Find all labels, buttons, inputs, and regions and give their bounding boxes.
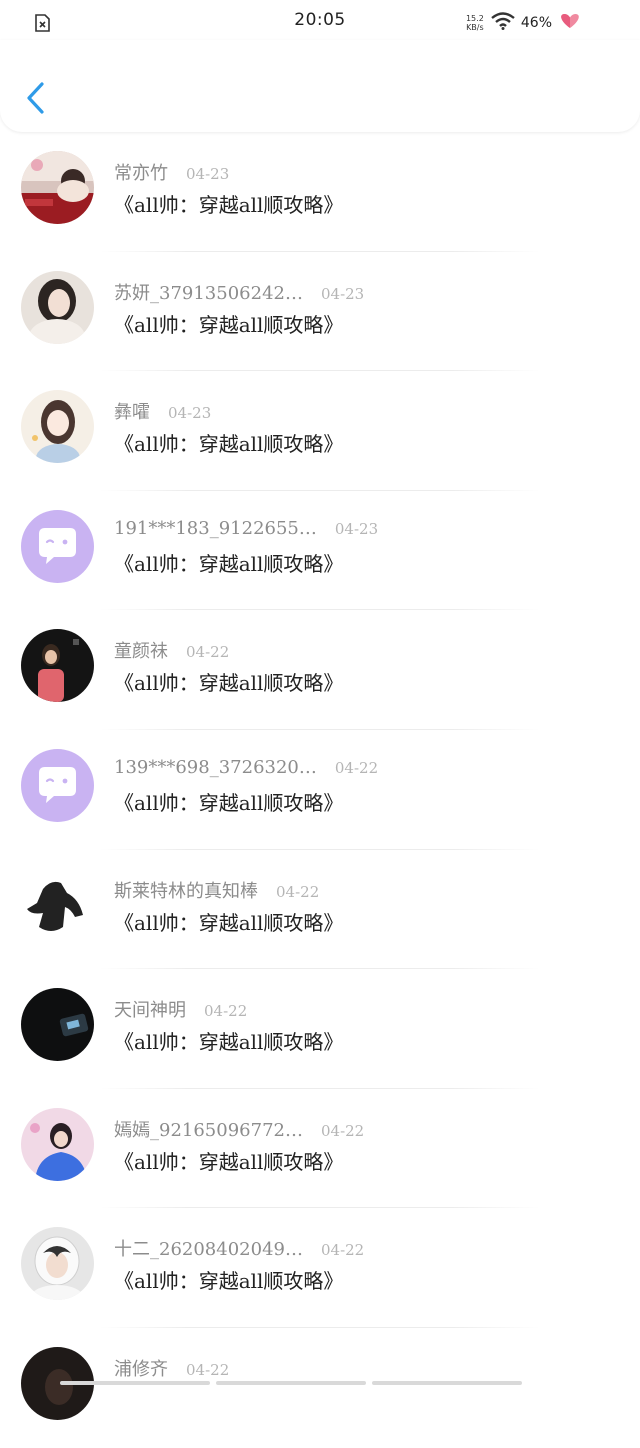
- comment-header: 浦修齐 04-22: [114, 1355, 229, 1381]
- comment-header: 彝嚯 04-23: [114, 398, 211, 424]
- wifi-icon: [491, 12, 515, 34]
- comment-list: 常亦竹 04-23 《all帅：穿越all顺攻略》 苏妍_37913506242…: [0, 132, 640, 1448]
- back-button[interactable]: [20, 78, 50, 118]
- comment-date: 04-22: [320, 1241, 365, 1260]
- comment-header: 斯莱特林的真知棒 04-22: [114, 877, 319, 903]
- comment-text: 《all帅：穿越all顺攻略》: [114, 790, 344, 815]
- list-item[interactable]: 浦修齐 04-22: [0, 1328, 640, 1448]
- default-avatar[interactable]: [21, 748, 94, 822]
- list-item[interactable]: 彝嚯 04-23 《all帅：穿越all顺攻略》: [0, 371, 640, 491]
- comment-date: 04-22: [276, 882, 320, 901]
- chat-bubble-icon: [21, 509, 94, 583]
- list-item[interactable]: 童颜祙 04-22 《all帅：穿越all顺攻略》: [0, 610, 640, 730]
- comment-date: 04-22: [334, 758, 379, 777]
- comment-text: 《all帅：穿越all顺攻略》: [114, 671, 344, 696]
- username[interactable]: 嫣嫣_92165096772…: [114, 1116, 303, 1142]
- comment-date: 04-23: [168, 404, 212, 423]
- comment-text: 《all帅：穿越all顺攻略》: [114, 1149, 344, 1174]
- username[interactable]: 191***183_9122655…: [114, 518, 317, 539]
- avatar[interactable]: [21, 1107, 94, 1181]
- comment-text: 《all帅：穿越all顺攻略》: [114, 910, 344, 935]
- avatar[interactable]: [21, 1227, 94, 1301]
- username[interactable]: 天间神明: [114, 996, 186, 1022]
- comment-date: 04-22: [186, 643, 230, 662]
- header-bar: [0, 40, 640, 132]
- comment-header: 天间神明 04-22: [114, 996, 247, 1022]
- chat-bubble-icon: [21, 748, 94, 822]
- comment-text: 《all帅：穿越all顺攻略》: [114, 1030, 344, 1055]
- username[interactable]: 十二_26208402049…: [114, 1235, 303, 1261]
- battery-heart-icon: [558, 12, 582, 34]
- comment-header: 139***698_3726320… 04-22: [114, 757, 378, 778]
- username[interactable]: 139***698_3726320…: [114, 757, 317, 778]
- comment-text: 《all帅：穿越all顺攻略》: [114, 193, 344, 217]
- username[interactable]: 斯莱特林的真知棒: [114, 877, 258, 903]
- comment-header: 童颜祙 04-22: [114, 637, 229, 663]
- list-item[interactable]: 苏妍_37913506242… 04-23 《all帅：穿越all顺攻略》: [0, 252, 640, 372]
- default-avatar[interactable]: [21, 509, 94, 583]
- avatar[interactable]: [21, 988, 94, 1062]
- list-item[interactable]: 139***698_3726320… 04-22 《all帅：穿越all顺攻略》: [0, 730, 640, 850]
- username[interactable]: 彝嚯: [114, 398, 150, 424]
- indicator-segment: [216, 1381, 366, 1385]
- list-item[interactable]: 191***183_9122655… 04-23 《all帅：穿越all顺攻略》: [0, 491, 640, 611]
- comment-header: 191***183_9122655… 04-23: [114, 518, 378, 539]
- comment-date: 04-23: [334, 519, 379, 538]
- avatar[interactable]: [21, 270, 94, 344]
- list-item[interactable]: 十二_26208402049… 04-22 《all帅：穿越all顺攻略》: [0, 1208, 640, 1328]
- comment-header: 十二_26208402049… 04-22: [114, 1235, 364, 1261]
- chevron-left-icon: [27, 82, 44, 114]
- avatar[interactable]: [21, 151, 94, 224]
- comment-text: 《all帅：穿越all顺攻略》: [114, 312, 344, 337]
- comment-header: 嫣嫣_92165096772… 04-22: [114, 1116, 364, 1142]
- comment-text: 《all帅：穿越all顺攻略》: [114, 1269, 344, 1294]
- list-item[interactable]: 常亦竹 04-23 《all帅：穿越all顺攻略》: [0, 132, 640, 252]
- status-indicators: 15.2 KB/s 46%: [465, 10, 582, 36]
- username[interactable]: 浦修齐: [114, 1355, 168, 1381]
- list-item[interactable]: 天间神明 04-22 《all帅：穿越all顺攻略》: [0, 969, 640, 1089]
- comment-date: 04-22: [186, 1360, 230, 1379]
- comment-date: 04-23: [186, 165, 230, 183]
- comment-text: 《all帅：穿越all顺攻略》: [114, 432, 344, 457]
- indicator-segment: [372, 1381, 522, 1385]
- avatar[interactable]: [21, 390, 94, 464]
- comment-header: 常亦竹 04-23: [114, 159, 229, 185]
- comment-date: 04-22: [320, 1121, 365, 1140]
- avatar[interactable]: [21, 629, 94, 703]
- username[interactable]: 童颜祙: [114, 637, 168, 663]
- avatar[interactable]: [21, 868, 94, 942]
- list-item[interactable]: 嫣嫣_92165096772… 04-22 《all帅：穿越all顺攻略》: [0, 1089, 640, 1209]
- bottom-indicator: [60, 1381, 522, 1385]
- comment-text: 《all帅：穿越all顺攻略》: [114, 551, 344, 576]
- comment-date: 04-23: [320, 284, 365, 303]
- username[interactable]: 苏妍_37913506242…: [114, 279, 303, 305]
- network-speed: 15.2 KB/s: [465, 14, 484, 32]
- username[interactable]: 常亦竹: [114, 159, 168, 185]
- battery-percent: 46%: [520, 15, 552, 31]
- comment-date: 04-22: [204, 1002, 248, 1021]
- indicator-segment: [60, 1381, 210, 1385]
- comment-header: 苏妍_37913506242… 04-23: [114, 279, 364, 305]
- list-item[interactable]: 斯莱特林的真知棒 04-22 《all帅：穿越all顺攻略》: [0, 850, 640, 970]
